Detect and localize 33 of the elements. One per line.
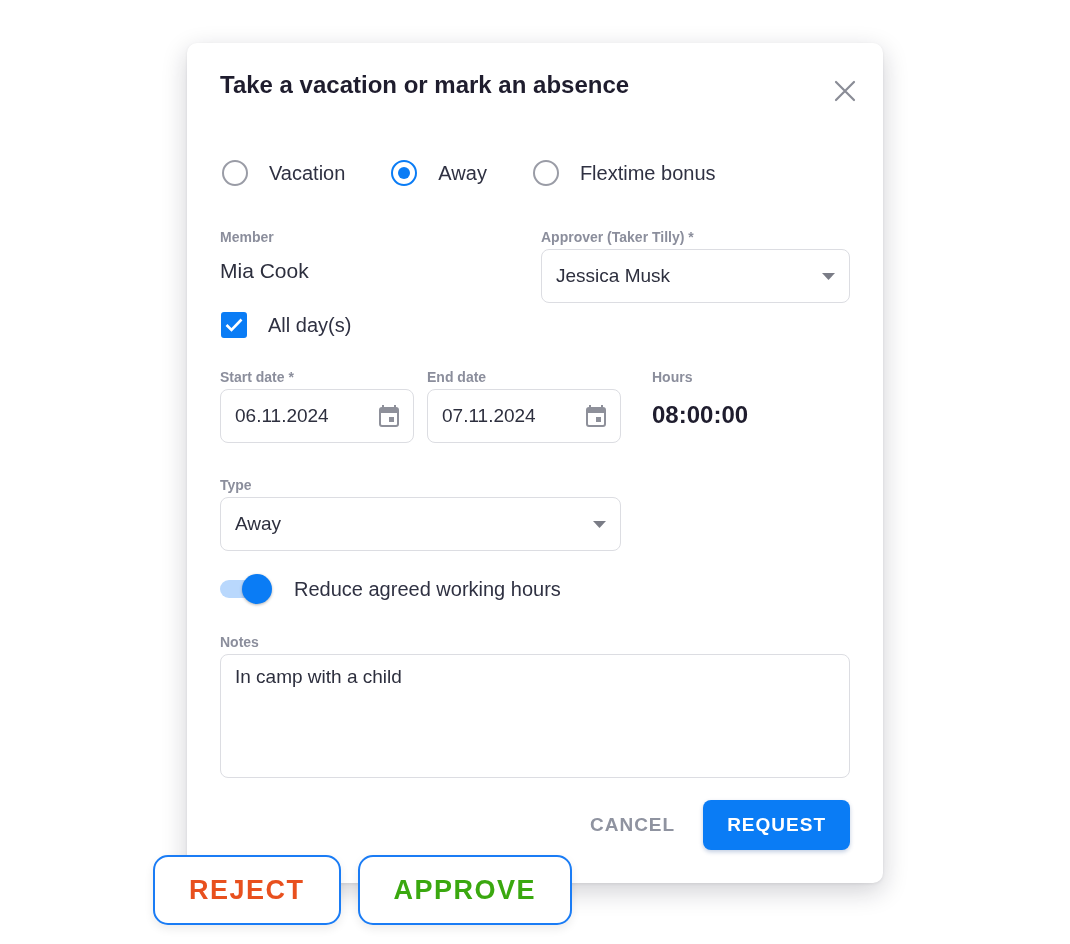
radio-button[interactable] xyxy=(391,160,418,186)
date-field[interactable]: 06.11.2024 xyxy=(220,389,414,443)
type-select[interactable]: Away xyxy=(220,497,621,551)
check-icon xyxy=(225,318,243,332)
radio-button[interactable] xyxy=(532,160,559,186)
field-label: Type xyxy=(220,477,252,493)
field-label: Notes xyxy=(220,634,259,650)
field-label: Member xyxy=(220,229,274,245)
checkbox-label[interactable]: All day(s) xyxy=(268,313,352,337)
radio-label[interactable]: Vacation xyxy=(269,161,346,185)
field-label: Hours xyxy=(652,369,693,385)
checkbox[interactable] xyxy=(221,312,247,338)
radio-label[interactable]: Flextime bonus xyxy=(579,161,716,185)
radio-label[interactable]: Away xyxy=(438,161,487,185)
caret-icon[interactable] xyxy=(593,520,606,528)
calendar-icon[interactable] xyxy=(586,405,606,427)
notes-field[interactable]: In camp with a child xyxy=(220,654,850,778)
member-name: Mia Cook xyxy=(220,259,309,283)
reject-button[interactable]: REJECT xyxy=(153,855,341,925)
request-button[interactable]: REQUEST xyxy=(703,800,850,850)
radio-button[interactable] xyxy=(222,160,248,186)
calendar-icon[interactable] xyxy=(379,405,399,427)
caret-icon[interactable] xyxy=(822,272,835,280)
field-label: Approver (Taker Tilly) * xyxy=(541,229,694,245)
field-label: Start date * xyxy=(220,369,294,385)
field-label: End date xyxy=(427,369,487,385)
hours-value: 08:00:00 xyxy=(652,401,749,429)
close-icon[interactable] xyxy=(834,80,856,102)
switch-label[interactable]: Reduce agreed working hours xyxy=(294,577,561,601)
toggle-switch[interactable] xyxy=(220,573,272,605)
date-field[interactable]: 07.11.2024 xyxy=(427,389,621,443)
approver-select[interactable]: Jessica Musk xyxy=(541,249,850,303)
dialog-title: Take a vacation or mark an absence xyxy=(220,71,630,99)
